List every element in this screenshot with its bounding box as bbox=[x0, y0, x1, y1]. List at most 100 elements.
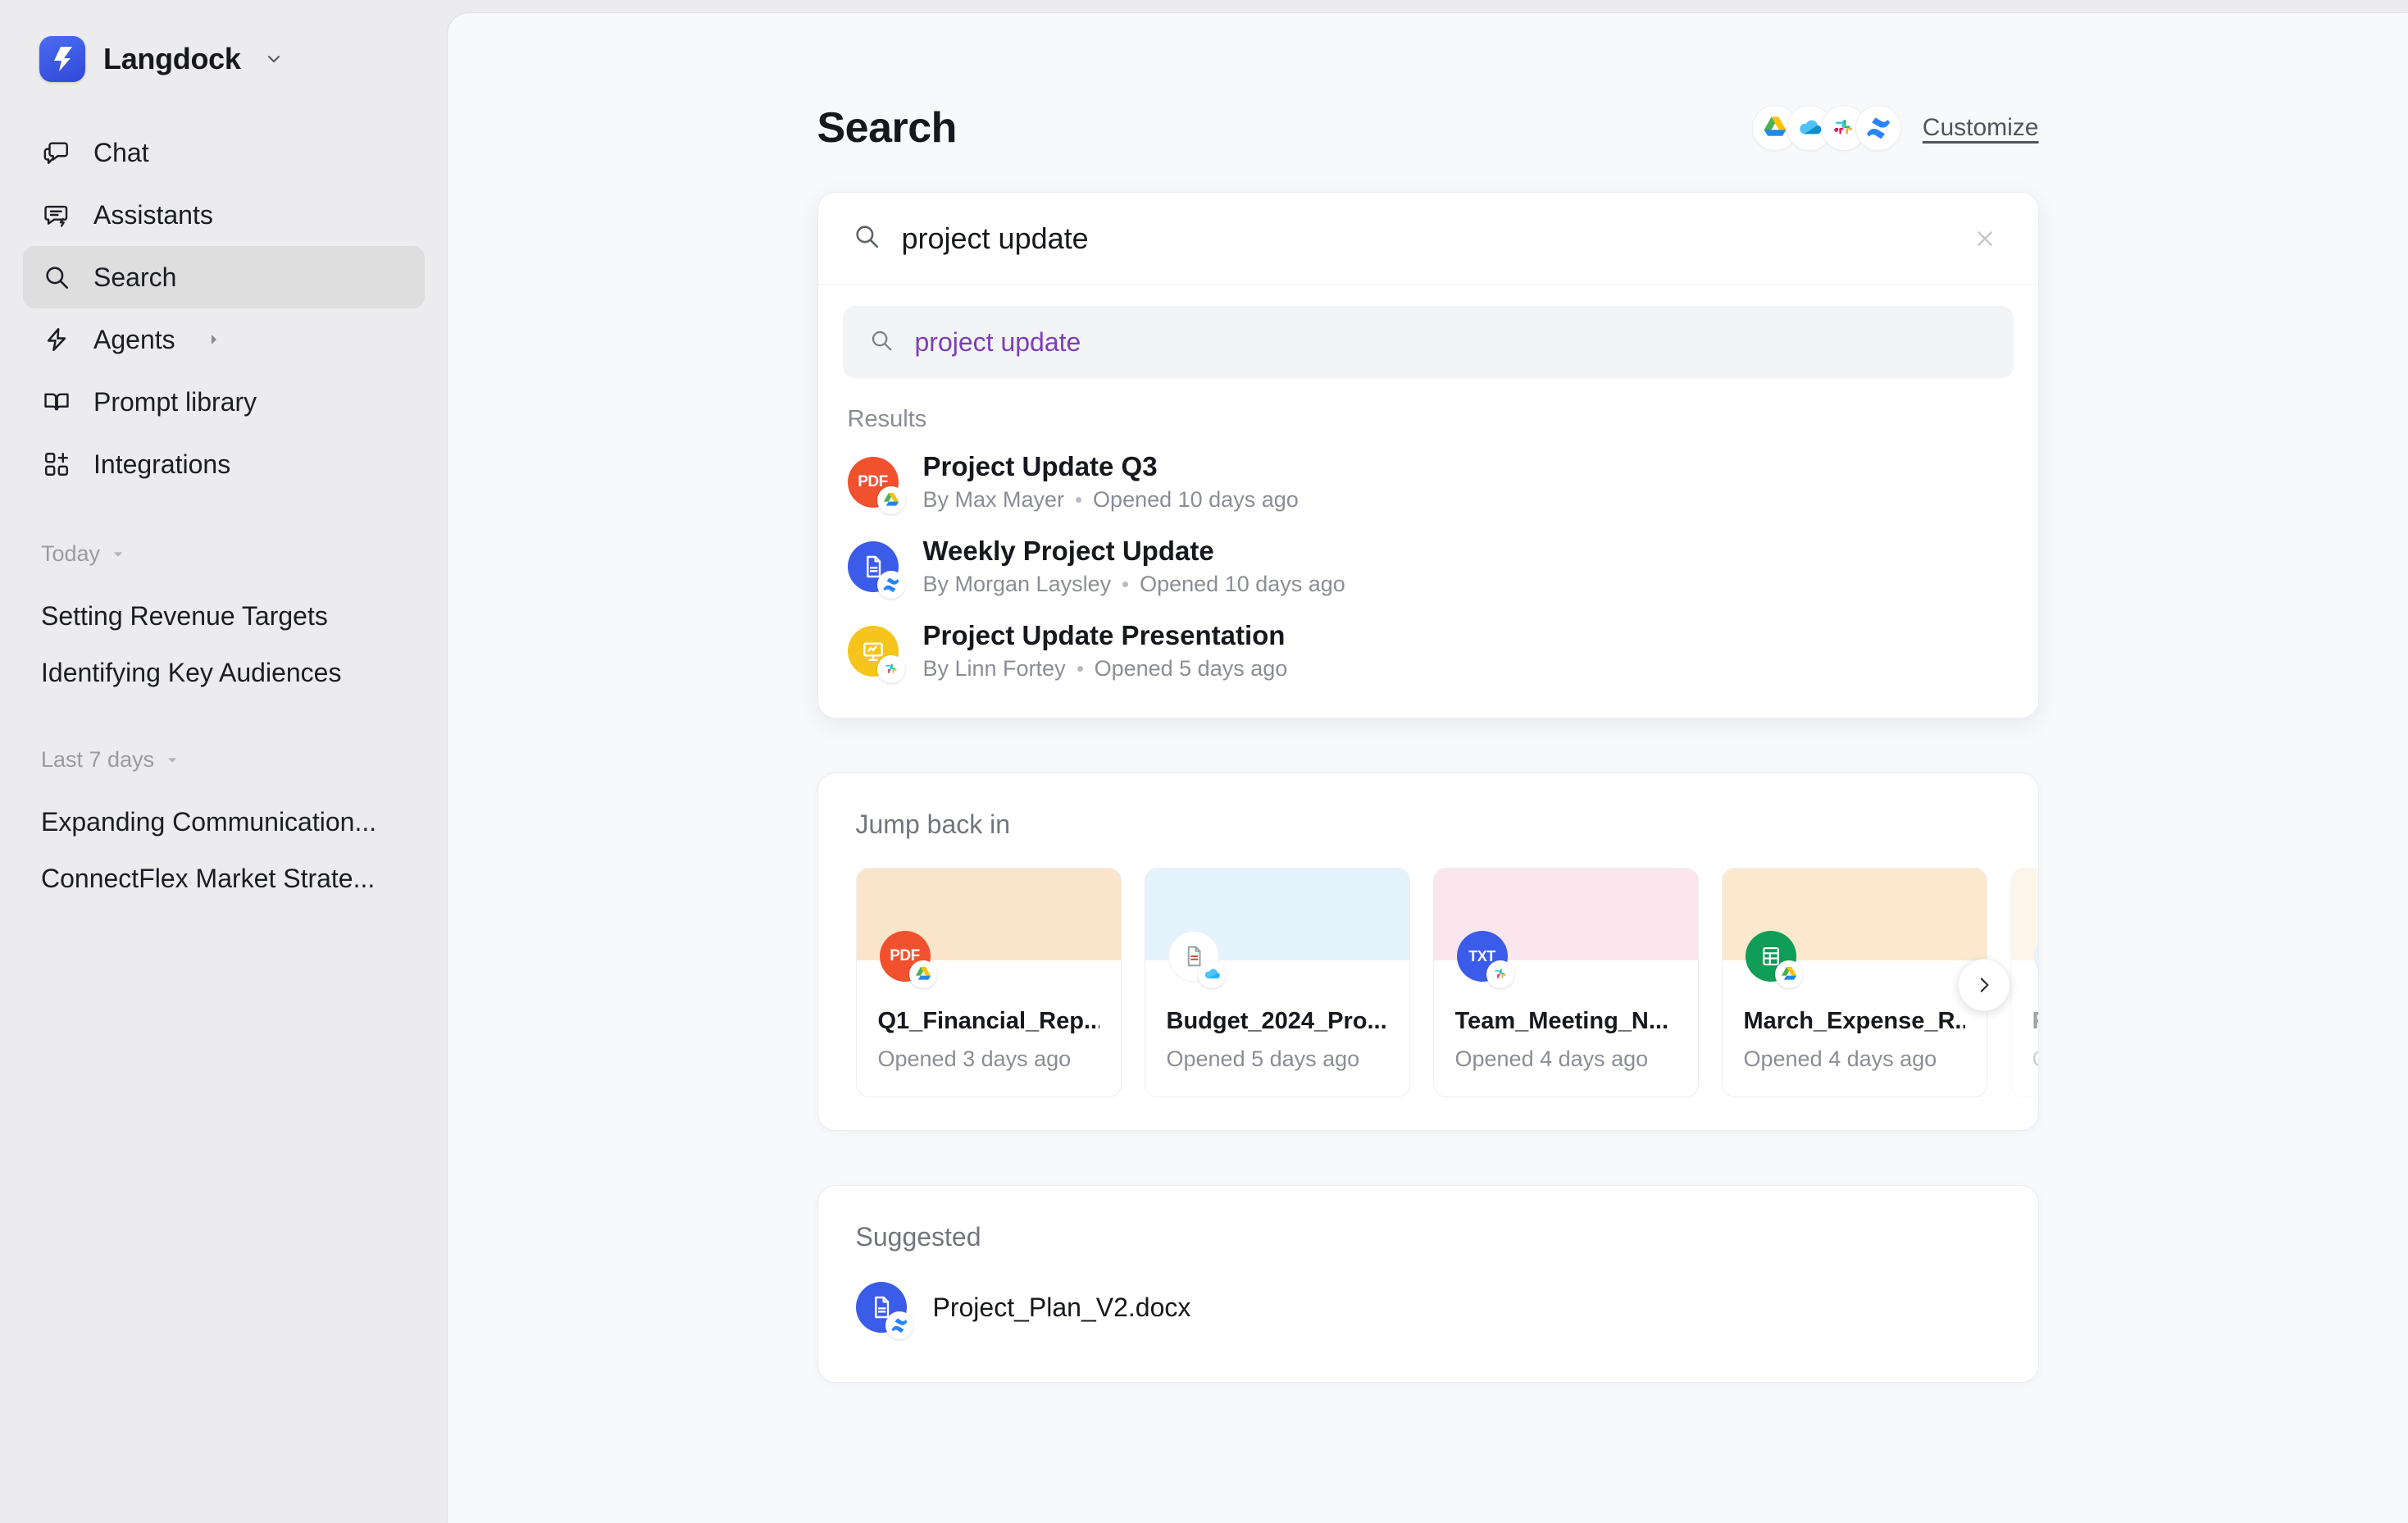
avatar bbox=[847, 625, 905, 683]
suggestion-text: project update bbox=[914, 326, 1081, 357]
history-group-last-7-days: Last 7 days Expanding Communication... C… bbox=[0, 747, 448, 907]
integration-icons[interactable] bbox=[1751, 105, 1901, 151]
sidebar-item-assistants[interactable]: Assistants bbox=[23, 184, 425, 246]
close-icon[interactable] bbox=[1966, 220, 2004, 258]
search-bar[interactable]: project update bbox=[817, 193, 2038, 285]
google-drive-icon bbox=[876, 486, 905, 514]
history-group-header[interactable]: Today bbox=[41, 541, 407, 567]
main-content: Search Customize project update project … bbox=[448, 13, 2408, 1523]
avatar bbox=[1745, 931, 1803, 988]
sidebar-item-integrations[interactable]: Integrations bbox=[23, 433, 425, 495]
history-item[interactable]: Setting Revenue Targets bbox=[41, 588, 407, 645]
jump-back-in-card[interactable]: Budget_2024_Pro... Opened 5 days ago bbox=[1144, 868, 1410, 1097]
customize-link[interactable]: Customize bbox=[1923, 114, 2039, 142]
sidebar-item-agents[interactable]: Agents bbox=[23, 308, 425, 371]
search-result-row[interactable]: PDF Project Update Q3 By Max Mayer Opene… bbox=[818, 440, 2038, 524]
grid-plus-icon bbox=[41, 449, 72, 480]
result-opened: Opened 5 days ago bbox=[1094, 656, 1288, 681]
chat-bubble-icon bbox=[41, 137, 72, 168]
card-title: Q1_Financial_Rep... bbox=[877, 1008, 1099, 1034]
sidebar-item-search[interactable]: Search bbox=[23, 246, 425, 308]
history-group-today: Today Setting Revenue Targets Identifyin… bbox=[0, 541, 448, 701]
jump-back-in-card[interactable]: March_Expense_R... Opened 4 days ago bbox=[1721, 868, 1987, 1097]
card-title: March_Expense_R... bbox=[1743, 1008, 1965, 1034]
search-icon bbox=[853, 222, 881, 254]
list-item[interactable]: Project_Plan_V2.docx bbox=[855, 1274, 2038, 1341]
avatar: PDF bbox=[879, 931, 937, 988]
avatar bbox=[1168, 931, 1226, 988]
card-header bbox=[1145, 869, 1409, 988]
jump-back-in-card[interactable]: Re... Op... bbox=[2010, 868, 2038, 1097]
card-title: Team_Meeting_N... bbox=[1454, 1008, 1669, 1034]
jump-back-in-card[interactable]: TXT Team_Meeting_N... Opened 4 days ago bbox=[1432, 868, 1699, 1097]
google-drive-icon bbox=[1774, 960, 1803, 988]
search-result-row[interactable]: Weekly Project Update By Morgan Laysley … bbox=[818, 524, 2038, 609]
caret-down-icon[interactable] bbox=[166, 747, 179, 773]
history-item[interactable]: Expanding Communication... bbox=[41, 794, 407, 850]
card-opened: Op... bbox=[2032, 1046, 2038, 1072]
result-author: By Morgan Laysley bbox=[922, 572, 1112, 596]
caret-right-icon[interactable] bbox=[207, 332, 221, 347]
result-title: Project Update Presentation bbox=[922, 620, 1286, 650]
card-header bbox=[2010, 869, 2038, 982]
jump-back-in-carousel: PDF Q1_Financial_Rep... Opened 3 days ag… bbox=[818, 840, 2038, 1130]
lightning-bolt-icon bbox=[41, 324, 72, 355]
search-results: PDF Project Update Q3 By Max Mayer Opene… bbox=[818, 440, 2038, 718]
panel-title: Suggested bbox=[855, 1222, 981, 1252]
page-title: Search bbox=[817, 104, 958, 152]
history-item[interactable]: Identifying Key Audiences bbox=[41, 645, 407, 701]
avatar: PDF bbox=[847, 456, 905, 514]
sidebar-item-label: Prompt library bbox=[93, 386, 257, 417]
card-header: PDF bbox=[856, 869, 1121, 988]
caret-down-icon[interactable] bbox=[112, 541, 125, 567]
result-meta: By Morgan Laysley Opened 10 days ago bbox=[923, 572, 1345, 597]
confluence-icon[interactable] bbox=[1855, 105, 1901, 151]
google-drive-icon bbox=[908, 960, 937, 988]
confluence-icon bbox=[876, 570, 905, 599]
card-opened: Opened 5 days ago bbox=[1166, 1046, 1360, 1071]
card-opened: Opened 4 days ago bbox=[1743, 1046, 1937, 1071]
slack-icon bbox=[1486, 960, 1514, 988]
result-title: Weekly Project Update bbox=[922, 536, 1214, 566]
history-item[interactable]: ConnectFlex Market Strate... bbox=[41, 850, 407, 907]
search-input[interactable]: project update bbox=[902, 221, 1945, 256]
sidebar-item-label: Assistants bbox=[93, 199, 213, 230]
book-open-icon bbox=[41, 386, 72, 417]
workspace-switcher[interactable]: Langdock bbox=[0, 33, 448, 85]
suggested-panel: Suggested Project_Plan_V2.docx bbox=[817, 1185, 2039, 1383]
avatar: TXT bbox=[1456, 931, 1514, 988]
jump-back-in-card[interactable]: PDF Q1_Financial_Rep... Opened 3 days ag… bbox=[855, 868, 1122, 1097]
header-actions: Customize bbox=[1751, 105, 2039, 151]
sidebar: Langdock Chat Assistants Search Agents P… bbox=[0, 0, 448, 1523]
search-card: project update project update Results PD… bbox=[817, 192, 2039, 718]
workspace-name: Langdock bbox=[103, 42, 241, 75]
avatar bbox=[2033, 931, 2038, 982]
confluence-icon bbox=[885, 1311, 913, 1339]
sidebar-item-label: Chat bbox=[93, 137, 149, 167]
jump-back-in-panel: Jump back in PDF Q1_Financial_Rep... Ope… bbox=[817, 773, 2039, 1131]
result-meta: By Linn Fortey Opened 5 days ago bbox=[923, 656, 1288, 682]
search-icon bbox=[869, 328, 894, 357]
suggested-file-name: Project_Plan_V2.docx bbox=[932, 1292, 1191, 1322]
history-group-header[interactable]: Last 7 days bbox=[41, 747, 407, 773]
onedrive-icon bbox=[1197, 960, 1226, 988]
card-header bbox=[1722, 869, 1987, 988]
card-title: Re... bbox=[2032, 1008, 2038, 1035]
result-opened: Opened 10 days ago bbox=[1093, 487, 1299, 512]
sidebar-item-chat[interactable]: Chat bbox=[23, 121, 425, 184]
langdock-logo bbox=[39, 36, 85, 82]
result-title: Project Update Q3 bbox=[922, 451, 1158, 481]
sidebar-item-prompt-library[interactable]: Prompt library bbox=[23, 371, 425, 433]
avatar bbox=[855, 1282, 913, 1339]
results-label: Results bbox=[847, 406, 927, 432]
chevron-right-icon[interactable] bbox=[1957, 959, 2010, 1011]
result-author: By Linn Fortey bbox=[922, 656, 1066, 681]
chevron-down-icon[interactable] bbox=[264, 49, 284, 69]
result-opened: Opened 10 days ago bbox=[1140, 572, 1345, 596]
search-result-row[interactable]: Project Update Presentation By Linn Fort… bbox=[818, 609, 2038, 693]
slack-icon bbox=[876, 654, 905, 683]
separator-dot bbox=[1077, 666, 1083, 672]
search-suggestion[interactable]: project update bbox=[842, 306, 2014, 378]
search-icon bbox=[41, 262, 72, 293]
result-meta: By Max Mayer Opened 10 days ago bbox=[923, 487, 1299, 513]
